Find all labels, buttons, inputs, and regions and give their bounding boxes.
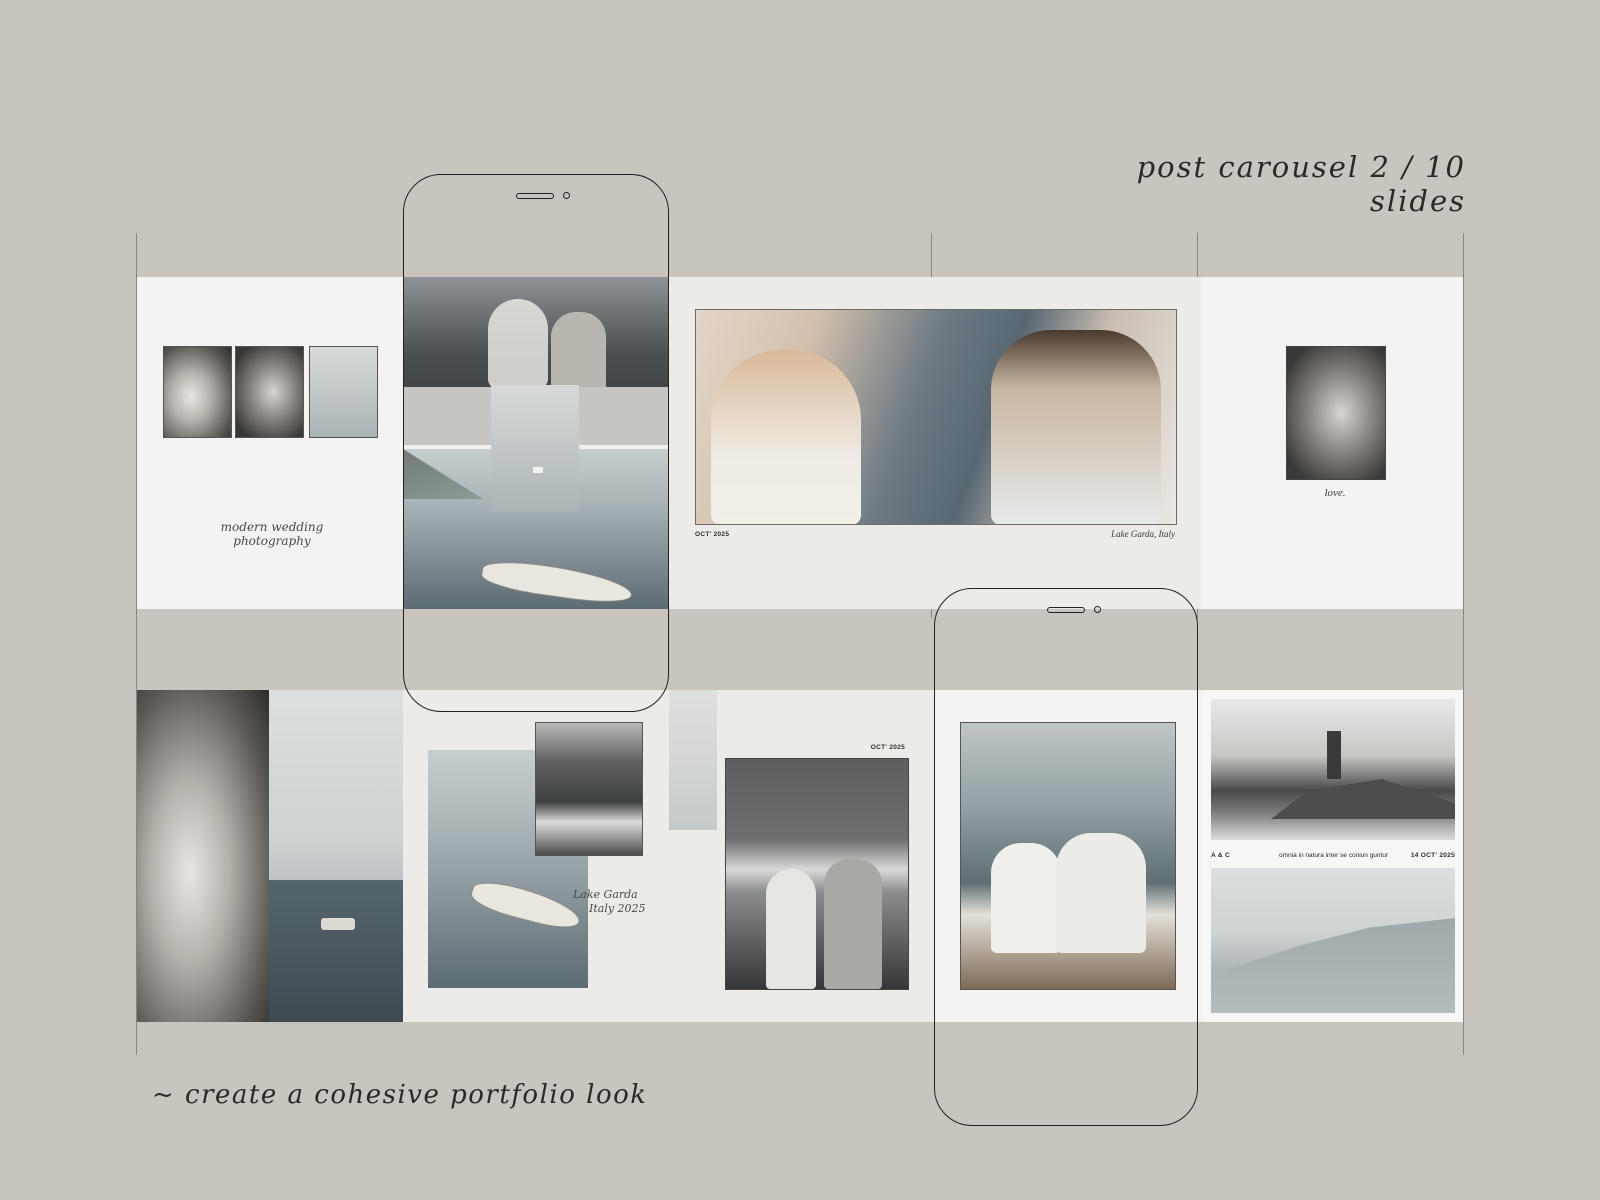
castle-rock (1271, 779, 1455, 819)
bride-silhouette (711, 350, 861, 524)
slide-top-spread: OCT' 2025 Lake Garda, Italy (669, 277, 1201, 609)
kiss-portrait-photo (1286, 346, 1386, 480)
phone-speaker-icon (516, 193, 554, 199)
spread-date: OCT' 2025 (695, 531, 730, 538)
slide1-script-text: modern wedding photography (220, 520, 324, 548)
footer-left: A & C (1211, 852, 1230, 859)
footer-center: omnia in natura inter se coniun guntur (1279, 852, 1389, 859)
groom-silhouette (991, 330, 1161, 524)
guide-line-right (1463, 233, 1464, 1055)
bottom-script-location: Lake Garda Italy 2025 (573, 888, 663, 916)
phone-camera-icon (1094, 606, 1101, 613)
mountain-ridge (1211, 918, 1455, 1013)
spread-location: Lake Garda, Italy (1111, 529, 1175, 539)
footer-right: 14 OCT' 2025 (1410, 852, 1455, 859)
thumb-kiss-photo (235, 346, 304, 438)
phone-frame-top (403, 174, 669, 712)
boat-shape-2 (468, 876, 584, 934)
slide-bottom-5: A & C omnia in natura inter se coniun gu… (1201, 690, 1463, 1022)
script-location-line1: Lake Garda (573, 888, 638, 901)
phone-speaker-icon (1047, 607, 1085, 613)
lake-water (269, 880, 403, 1022)
castle-photo (1211, 699, 1455, 840)
phone-camera-icon (563, 192, 570, 199)
tagline: ~ create a cohesive portfolio look (152, 1080, 648, 1110)
couple-embrace-photo (137, 690, 269, 1022)
page-heading: post carousel 2 / 10 slides (1136, 150, 1466, 218)
thumb-couple-photo (163, 346, 232, 438)
couple-town-photo (725, 758, 909, 990)
thumb-lake-photo (309, 346, 378, 438)
groom-figure-bw (824, 859, 882, 989)
small-boat (321, 918, 355, 930)
carousel-bottom: Lake Garda Italy 2025 OCT' 2025 A & C om… (137, 690, 1463, 1022)
spread-couple-photo (695, 309, 1177, 525)
slide-top-1: modern wedding photography (137, 277, 403, 609)
slide-top-5: love. (1201, 277, 1463, 609)
carousel-top: modern wedding photography OCT' 2025 Lak… (137, 277, 1463, 609)
castle-tower (1327, 731, 1341, 779)
phone-frame-bottom (934, 588, 1198, 1126)
slide-bottom-2: Lake Garda Italy 2025 (403, 690, 669, 1022)
faded-overlay-photo (669, 690, 717, 830)
castle-couple-photo (535, 722, 643, 856)
bride-figure-bw (766, 869, 816, 989)
slide-bottom-1 (137, 690, 403, 1022)
mockup-canvas: { "heading": "post carousel 2 / 10 slide… (0, 0, 1600, 1200)
misty-lake-photo (269, 690, 403, 1022)
bottom-date-label: OCT' 2025 (870, 744, 905, 751)
mountain-mist-photo (1211, 868, 1455, 1013)
slide-bottom-3: OCT' 2025 (669, 690, 935, 1022)
script-location-line2: Italy 2025 (589, 902, 646, 915)
love-caption: love. (1324, 487, 1346, 499)
